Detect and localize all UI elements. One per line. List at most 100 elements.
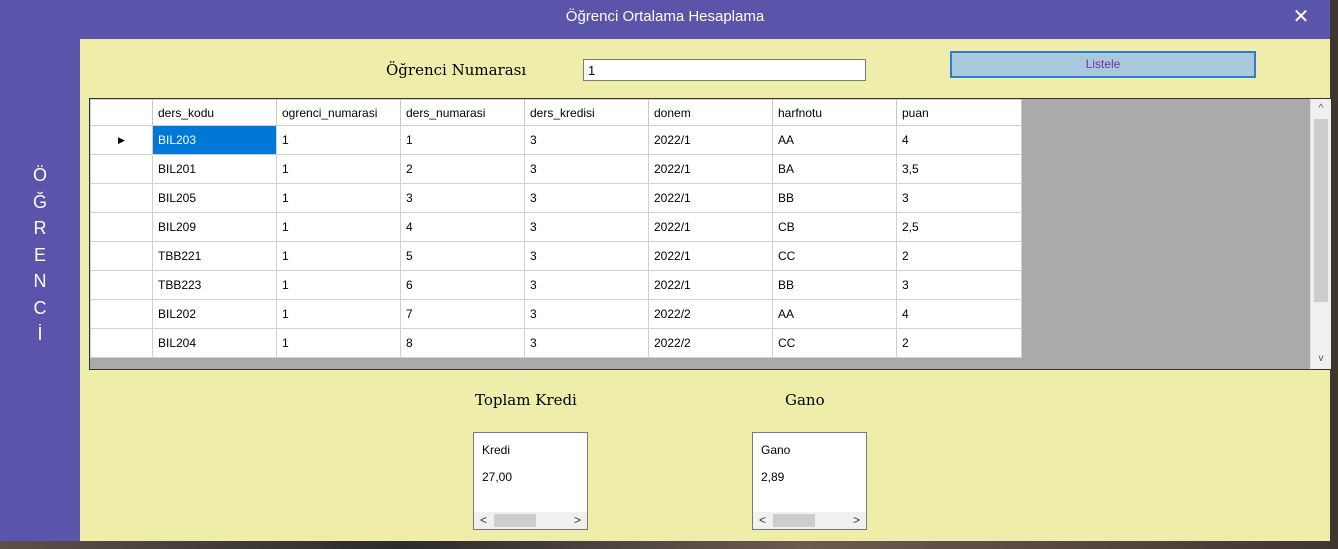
- row-header[interactable]: [90, 328, 153, 358]
- column-header[interactable]: harfnotu: [772, 99, 897, 126]
- row-header[interactable]: [90, 154, 153, 184]
- column-header[interactable]: ders_kodu: [152, 99, 277, 126]
- grid-cell[interactable]: 1: [276, 183, 401, 213]
- grid-cell[interactable]: 2,5: [896, 212, 1022, 242]
- grid-vertical-scrollbar[interactable]: ^ v: [1310, 99, 1331, 369]
- grid-cell[interactable]: 4: [896, 125, 1022, 155]
- close-button[interactable]: ✕: [1286, 0, 1316, 34]
- row-header[interactable]: [90, 270, 153, 300]
- grid-cell[interactable]: 3: [524, 154, 649, 184]
- grid-cell[interactable]: TBB223: [152, 270, 277, 300]
- table-row[interactable]: BIL205 1 3 3 2022/1 BB 3: [90, 183, 1022, 213]
- scrollbar-thumb[interactable]: [1314, 119, 1328, 302]
- grid-cell[interactable]: BIL209: [152, 212, 277, 242]
- table-row[interactable]: ▶ BIL203 1 1 3 2022/1 AA 4: [90, 125, 1022, 155]
- grid-cell[interactable]: 1: [276, 241, 401, 271]
- grid-cell[interactable]: 2022/1: [648, 270, 773, 300]
- grid-cell[interactable]: 4: [896, 299, 1022, 329]
- column-header[interactable]: ders_kredisi: [524, 99, 649, 126]
- grid-cell[interactable]: 5: [400, 241, 525, 271]
- credit-grid-value[interactable]: 27,00: [482, 470, 512, 484]
- grid-cell[interactable]: 2022/2: [648, 328, 773, 358]
- grid-cell[interactable]: 2: [400, 154, 525, 184]
- student-number-input[interactable]: [583, 59, 866, 81]
- scrollbar-thumb[interactable]: [773, 514, 815, 527]
- column-header[interactable]: ders_numarasi: [400, 99, 525, 126]
- grid-cell[interactable]: BIL202: [152, 299, 277, 329]
- grid-cell[interactable]: 1: [276, 270, 401, 300]
- column-header[interactable]: donem: [648, 99, 773, 126]
- grid-cell[interactable]: 1: [400, 125, 525, 155]
- grid-cell[interactable]: TBB221: [152, 241, 277, 271]
- table-row[interactable]: BIL202 1 7 3 2022/2 AA 4: [90, 299, 1022, 329]
- grid-cell[interactable]: 7: [400, 299, 525, 329]
- scroll-right-icon[interactable]: >: [853, 512, 860, 529]
- grid-cell[interactable]: BIL203: [152, 125, 277, 155]
- scroll-up-icon[interactable]: ^: [1311, 99, 1331, 119]
- table-row[interactable]: BIL209 1 4 3 2022/1 CB 2,5: [90, 212, 1022, 242]
- gano-grid-value[interactable]: 2,89: [761, 470, 784, 484]
- scroll-left-icon[interactable]: <: [759, 512, 766, 529]
- row-header[interactable]: [90, 299, 153, 329]
- grid-cell[interactable]: 1: [276, 154, 401, 184]
- grid-cell[interactable]: 2022/1: [648, 183, 773, 213]
- grid-cell[interactable]: 4: [400, 212, 525, 242]
- grid-cell[interactable]: CC: [772, 241, 897, 271]
- column-header[interactable]: ogrenci_numarasi: [276, 99, 401, 126]
- grid-cell[interactable]: 3,5: [896, 154, 1022, 184]
- scrollbar-thumb[interactable]: [494, 514, 536, 527]
- grid-cell[interactable]: AA: [772, 299, 897, 329]
- grid-cell[interactable]: 3: [400, 183, 525, 213]
- grid-cell[interactable]: CB: [772, 212, 897, 242]
- grid-cell[interactable]: AA: [772, 125, 897, 155]
- grid-cell[interactable]: 3: [896, 270, 1022, 300]
- grid-cell[interactable]: 2022/1: [648, 125, 773, 155]
- credit-grid[interactable]: Kredi 27,00 < >: [473, 432, 588, 530]
- gano-grid-horizontal-scrollbar[interactable]: < >: [753, 512, 866, 529]
- grid-cell[interactable]: BIL201: [152, 154, 277, 184]
- grid-cell[interactable]: 2022/2: [648, 299, 773, 329]
- grid-cell[interactable]: CC: [772, 328, 897, 358]
- grid-cell[interactable]: 3: [524, 125, 649, 155]
- grid-cell[interactable]: 3: [524, 183, 649, 213]
- table-row[interactable]: TBB221 1 5 3 2022/1 CC 2: [90, 241, 1022, 271]
- current-row-marker-icon[interactable]: ▶: [90, 125, 153, 155]
- table-row[interactable]: TBB223 1 6 3 2022/1 BB 3: [90, 270, 1022, 300]
- grid-cell[interactable]: BB: [772, 270, 897, 300]
- scroll-down-icon[interactable]: v: [1311, 349, 1331, 369]
- grid-cell[interactable]: 3: [524, 270, 649, 300]
- row-header[interactable]: [90, 183, 153, 213]
- grid-cell[interactable]: BA: [772, 154, 897, 184]
- credit-grid-horizontal-scrollbar[interactable]: < >: [474, 512, 587, 529]
- grid-header-row: ders_kodu ogrenci_numarasi ders_numarasi…: [90, 99, 1022, 126]
- scroll-right-icon[interactable]: >: [574, 512, 581, 529]
- row-header[interactable]: [90, 241, 153, 271]
- grid-cell[interactable]: 1: [276, 328, 401, 358]
- gano-grid[interactable]: Gano 2,89 < >: [752, 432, 867, 530]
- grid-cell[interactable]: 2022/1: [648, 241, 773, 271]
- grid-cell[interactable]: BIL205: [152, 183, 277, 213]
- grid-cell[interactable]: 2022/1: [648, 212, 773, 242]
- grid-cell[interactable]: 2: [896, 241, 1022, 271]
- grid-cell[interactable]: 1: [276, 212, 401, 242]
- grid-cell[interactable]: 8: [400, 328, 525, 358]
- grid-cell[interactable]: 3: [524, 328, 649, 358]
- table-row[interactable]: BIL201 1 2 3 2022/1 BA 3,5: [90, 154, 1022, 184]
- grid-cell[interactable]: 1: [276, 125, 401, 155]
- grid-cell[interactable]: BIL204: [152, 328, 277, 358]
- grid-cell[interactable]: 3: [524, 299, 649, 329]
- list-button[interactable]: Listele: [950, 51, 1256, 78]
- grid-cell[interactable]: BB: [772, 183, 897, 213]
- grid-cell[interactable]: 2: [896, 328, 1022, 358]
- grid-cell[interactable]: 3: [524, 212, 649, 242]
- grid-cell[interactable]: 3: [524, 241, 649, 271]
- grid-cell[interactable]: 3: [896, 183, 1022, 213]
- grid-cell[interactable]: 1: [276, 299, 401, 329]
- grid-cell[interactable]: 6: [400, 270, 525, 300]
- scroll-left-icon[interactable]: <: [480, 512, 487, 529]
- table-row[interactable]: BIL204 1 8 3 2022/2 CC 2: [90, 328, 1022, 358]
- row-header[interactable]: [90, 212, 153, 242]
- courses-grid[interactable]: ders_kodu ogrenci_numarasi ders_numarasi…: [89, 98, 1332, 370]
- column-header[interactable]: puan: [896, 99, 1022, 126]
- grid-cell[interactable]: 2022/1: [648, 154, 773, 184]
